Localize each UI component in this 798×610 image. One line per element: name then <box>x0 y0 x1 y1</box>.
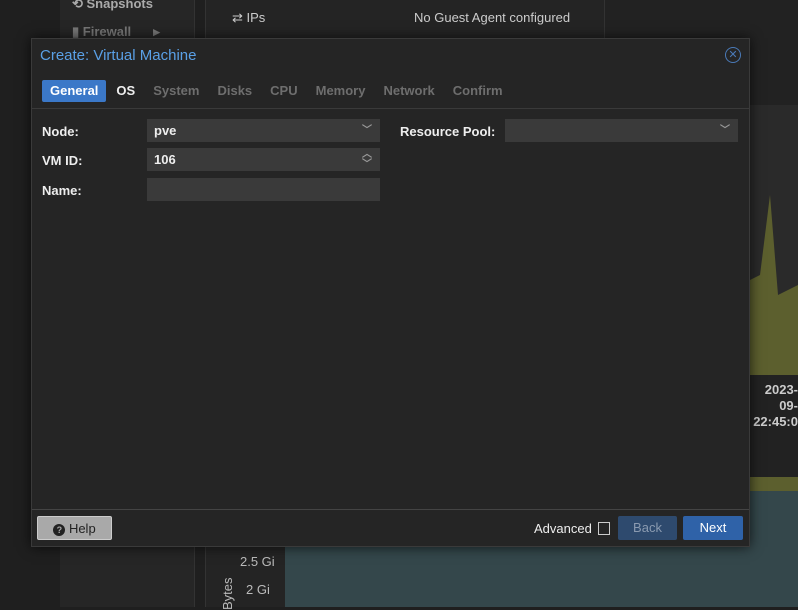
chevron-down-icon: ﹀ <box>720 125 730 136</box>
tab-memory: Memory <box>315 83 366 98</box>
chart-time-label: 2023-09- 22:45:0 <box>753 382 798 429</box>
name-label: Name: <box>42 183 82 198</box>
advanced-label: Advanced <box>534 521 592 536</box>
vmid-spinner[interactable]: 106 ︿ ﹀ <box>147 148 380 171</box>
tab-confirm: Confirm <box>452 83 503 98</box>
y-tick: 2 Gi <box>246 582 270 597</box>
spinner-icon: ︿ ﹀ <box>362 149 372 170</box>
tab-cpu: CPU <box>270 83 298 98</box>
tab-os[interactable]: OS <box>108 80 143 102</box>
caret-right-icon: ▸ <box>153 24 160 39</box>
y-tick: 2.5 Gi <box>240 554 275 569</box>
node-select[interactable]: pve ﹀ <box>147 119 380 142</box>
wizard-tabs: General OS System Disks CPU Memory Netwo… <box>42 80 513 102</box>
create-vm-dialog: Create: Virtual Machine ✕ General OS Sys… <box>31 38 750 547</box>
tab-general[interactable]: General <box>42 80 107 102</box>
shield-icon: ▮ <box>72 24 83 39</box>
question-circle-icon: ? <box>53 524 66 536</box>
footer-divider <box>32 509 749 510</box>
vmid-label: VM ID: <box>42 153 83 168</box>
back-button[interactable]: Back <box>618 516 677 540</box>
y-axis-label: Bytes <box>220 577 235 610</box>
dialog-title: Create: Virtual Machine <box>40 47 197 64</box>
node-label: Node: <box>42 124 79 139</box>
close-icon[interactable]: ✕ <box>725 47 741 63</box>
sidebar-item-snapshots[interactable]: ⟲ Snapshots <box>72 0 153 12</box>
tab-disks: Disks <box>217 83 253 98</box>
divider <box>32 108 749 109</box>
chevron-down-icon: ﹀ <box>362 125 372 136</box>
tab-system: System <box>153 83 200 98</box>
exchange-icon: ⇄ <box>232 10 247 25</box>
tab-network: Network <box>383 83 435 98</box>
pool-label: Resource Pool: <box>400 124 496 139</box>
help-button[interactable]: ? Help <box>37 516 112 540</box>
ips-label: ⇄ IPs <box>232 10 266 25</box>
ips-value: No Guest Agent configured <box>414 10 571 25</box>
next-button[interactable]: Next <box>683 516 743 540</box>
history-icon: ⟲ <box>72 0 87 11</box>
pool-select[interactable]: ﹀ <box>505 119 738 142</box>
advanced-checkbox[interactable] <box>598 522 610 535</box>
name-input[interactable] <box>147 178 380 201</box>
